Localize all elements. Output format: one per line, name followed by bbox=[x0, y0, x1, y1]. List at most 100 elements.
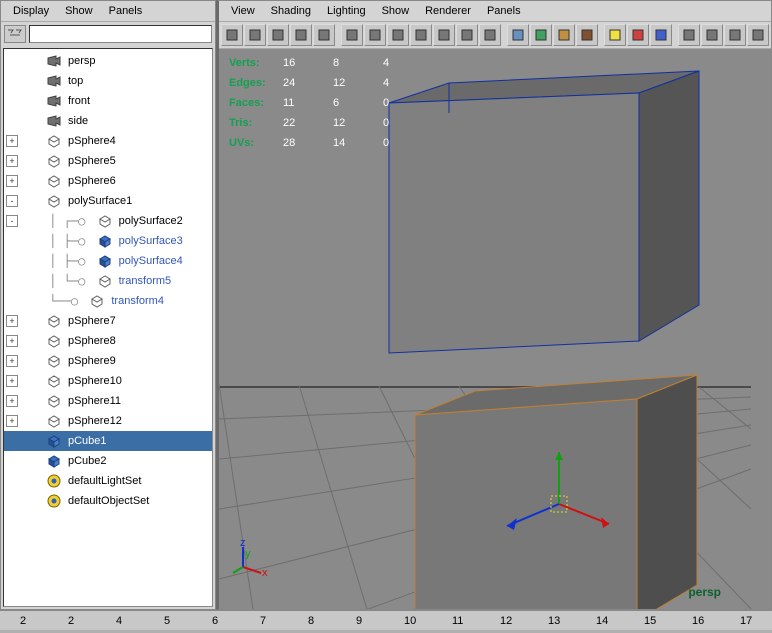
collapse-icon[interactable]: - bbox=[6, 215, 18, 227]
toolbar-light-icon[interactable] bbox=[456, 24, 478, 46]
outliner-item-label: front bbox=[66, 95, 92, 107]
toolbar-cam-icon[interactable] bbox=[479, 24, 501, 46]
outliner-item-polysurface2[interactable]: - │ ┌─○ polySurface2 bbox=[4, 211, 212, 231]
collapse-icon[interactable]: - bbox=[6, 195, 18, 207]
expand-icon[interactable]: + bbox=[6, 355, 18, 367]
toolbar-select-icon[interactable] bbox=[221, 24, 243, 46]
outliner-item-persp[interactable]: persp bbox=[4, 51, 212, 71]
toolbar-blue-icon[interactable] bbox=[650, 24, 672, 46]
viewport-menu-panels[interactable]: Panels bbox=[479, 3, 529, 19]
camera-icon bbox=[45, 52, 63, 70]
outliner-item-label: polySurface1 bbox=[66, 195, 134, 207]
expand-icon[interactable]: + bbox=[6, 375, 18, 387]
viewport-3d[interactable]: Verts:1684Edges:24124Faces:1160Tris:2212… bbox=[219, 49, 771, 609]
expand-icon[interactable]: + bbox=[6, 155, 18, 167]
outliner-menu-display[interactable]: Display bbox=[5, 3, 57, 19]
toolbar-mat-icon[interactable] bbox=[410, 24, 432, 46]
toolbar-lasso-icon[interactable] bbox=[244, 24, 266, 46]
stats-value: 0 bbox=[383, 97, 433, 109]
outliner-item-label: polySurface4 bbox=[117, 255, 185, 267]
time-tick: 8 bbox=[308, 615, 314, 627]
viewport-menu-view[interactable]: View bbox=[223, 3, 263, 19]
poly-icon bbox=[45, 152, 63, 170]
stats-label: Tris: bbox=[229, 117, 283, 129]
tree-branch-lines: │ ┌─○ bbox=[42, 215, 93, 227]
stats-value: 12 bbox=[333, 117, 383, 129]
toolbar-tex-icon[interactable] bbox=[433, 24, 455, 46]
expand-icon[interactable]: + bbox=[6, 135, 18, 147]
time-tick: 4 bbox=[116, 615, 122, 627]
outliner-item-psphere11[interactable]: +pSphere11 bbox=[4, 391, 212, 411]
stats-value: 24 bbox=[283, 77, 333, 89]
toolbar-iso-icon[interactable] bbox=[364, 24, 386, 46]
expand-icon[interactable]: + bbox=[6, 315, 18, 327]
viewport-menu-lighting[interactable]: Lighting bbox=[319, 3, 374, 19]
time-slider[interactable]: 224567891011121314151617 bbox=[0, 610, 772, 630]
outliner-item-psphere4[interactable]: + pSphere4 bbox=[4, 131, 212, 151]
filter-icon[interactable] bbox=[4, 25, 26, 43]
stats-label: UVs: bbox=[229, 137, 283, 149]
outliner-item-defaultobjectset[interactable]: defaultObjectSet bbox=[4, 491, 212, 511]
toolbar-bulb-icon[interactable] bbox=[604, 24, 626, 46]
mesh-icon bbox=[96, 252, 114, 270]
outliner-item-front[interactable]: front bbox=[4, 91, 212, 111]
svg-text:y: y bbox=[245, 548, 251, 560]
outliner-item-psphere6[interactable]: + pSphere6 bbox=[4, 171, 212, 191]
time-tick: 9 bbox=[356, 615, 362, 627]
outliner-item-pcube1[interactable]: pCube1 bbox=[4, 431, 212, 451]
outliner-menu-panels[interactable]: Panels bbox=[101, 3, 151, 19]
outliner-item-psphere12[interactable]: +pSphere12 bbox=[4, 411, 212, 431]
outliner-item-label: pSphere8 bbox=[66, 335, 118, 347]
outliner-item-top[interactable]: top bbox=[4, 71, 212, 91]
toolbar-grid-icon[interactable] bbox=[341, 24, 363, 46]
outliner-item-psphere10[interactable]: +pSphere10 bbox=[4, 371, 212, 391]
viewport-menu-renderer[interactable]: Renderer bbox=[417, 3, 479, 19]
outliner-item-defaultlightset[interactable]: defaultLightSet bbox=[4, 471, 212, 491]
outliner-item-label: pSphere6 bbox=[66, 175, 118, 187]
outliner-item-pcube2[interactable]: pCube2 bbox=[4, 451, 212, 471]
stats-value: 0 bbox=[383, 117, 433, 129]
expand-placeholder bbox=[6, 95, 18, 107]
outliner-tree[interactable]: persptopfrontside+pSphere4+pSphere5+pSph… bbox=[3, 48, 213, 607]
toolbar-sq1-icon[interactable] bbox=[678, 24, 700, 46]
move-manipulator[interactable] bbox=[489, 444, 629, 564]
poly-icon bbox=[45, 392, 63, 410]
toolbar-cube4-icon[interactable] bbox=[576, 24, 598, 46]
toolbar-dot-icon[interactable] bbox=[387, 24, 409, 46]
outliner-filter-input[interactable] bbox=[29, 25, 212, 43]
outliner-item-polysurface1[interactable]: - polySurface1 bbox=[4, 191, 212, 211]
outliner-item-polysurface4[interactable]: │ ├─○ polySurface4 bbox=[4, 251, 212, 271]
expand-icon[interactable]: + bbox=[6, 395, 18, 407]
outliner-item-psphere8[interactable]: + pSphere8 bbox=[4, 331, 212, 351]
expand-icon[interactable]: + bbox=[6, 415, 18, 427]
outliner-item-side[interactable]: side bbox=[4, 111, 212, 131]
toolbar-cube1-icon[interactable] bbox=[507, 24, 529, 46]
toolbar-layers-icon[interactable] bbox=[313, 24, 335, 46]
outliner-item-label: defaultObjectSet bbox=[66, 495, 151, 507]
viewport-menu-show[interactable]: Show bbox=[374, 3, 418, 19]
expand-placeholder bbox=[6, 75, 18, 87]
toolbar-sq3-icon[interactable] bbox=[724, 24, 746, 46]
toolbar-sq2-icon[interactable] bbox=[701, 24, 723, 46]
outliner-item-transform5[interactable]: │ └─○ transform5 bbox=[4, 271, 212, 291]
expand-icon[interactable]: + bbox=[6, 175, 18, 187]
viewport-menu-shading[interactable]: Shading bbox=[263, 3, 319, 19]
outliner-item-label: pSphere4 bbox=[66, 135, 118, 147]
stats-value: 16 bbox=[283, 57, 333, 69]
time-tick: 2 bbox=[68, 615, 74, 627]
outliner-item-psphere7[interactable]: +pSphere7 bbox=[4, 311, 212, 331]
toolbar-cube2-icon[interactable] bbox=[530, 24, 552, 46]
outliner-item-transform4[interactable]: └──○ transform4 bbox=[4, 291, 212, 311]
expand-icon[interactable]: + bbox=[6, 335, 18, 347]
toolbar-red-icon[interactable] bbox=[627, 24, 649, 46]
toolbar-render-icon[interactable] bbox=[267, 24, 289, 46]
outliner-item-polysurface3[interactable]: │ ├─○ polySurface3 bbox=[4, 231, 212, 251]
stats-label: Faces: bbox=[229, 97, 283, 109]
outliner-item-psphere9[interactable]: +pSphere9 bbox=[4, 351, 212, 371]
toolbar-line-icon[interactable] bbox=[747, 24, 769, 46]
outliner-menu-show[interactable]: Show bbox=[57, 3, 101, 19]
toolbar-cube3-icon[interactable] bbox=[553, 24, 575, 46]
expand-placeholder bbox=[6, 115, 18, 127]
toolbar-plane-icon[interactable] bbox=[290, 24, 312, 46]
outliner-item-psphere5[interactable]: +pSphere5 bbox=[4, 151, 212, 171]
